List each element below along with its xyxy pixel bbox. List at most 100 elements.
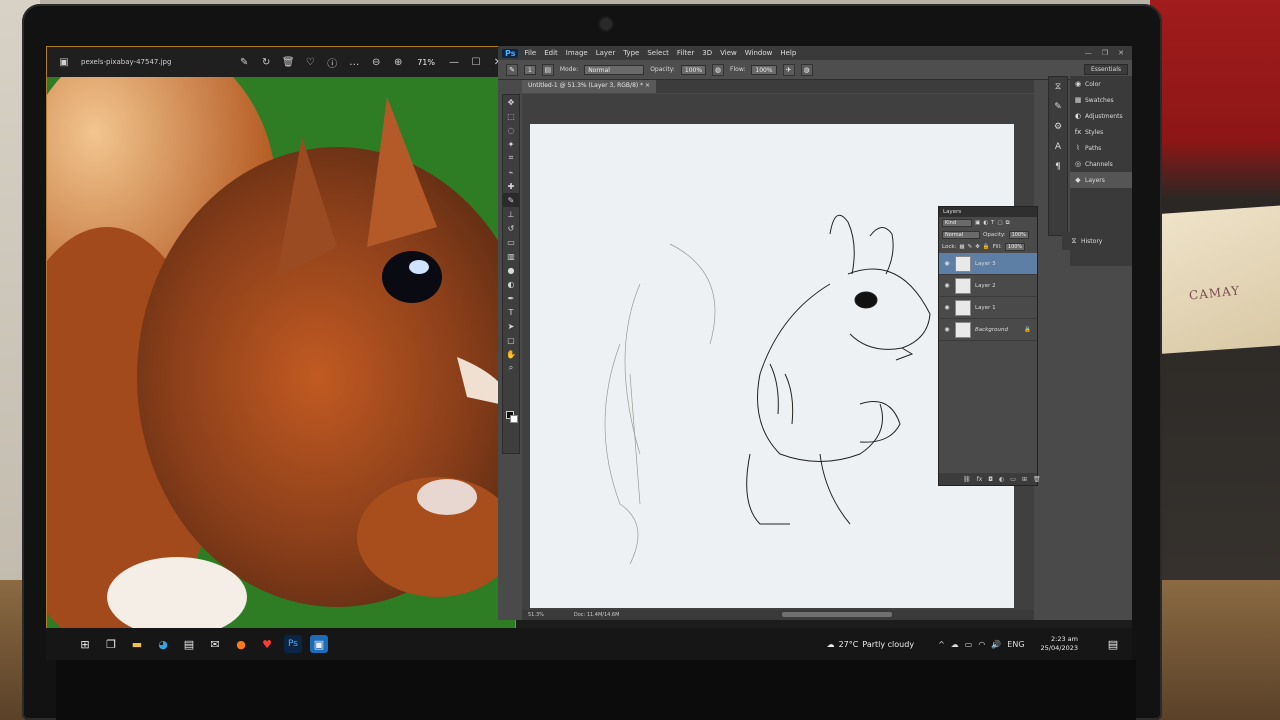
mail-icon[interactable]: ✉ — [206, 635, 224, 653]
menu-help[interactable]: Help — [780, 49, 796, 57]
menu-filter[interactable]: Filter — [677, 49, 694, 57]
clock[interactable]: 2:23 am 25/04/2023 — [1041, 635, 1078, 653]
layer-row[interactable]: ◉ Background 🔒 — [939, 319, 1037, 341]
visibility-eye-icon[interactable]: ◉ — [943, 304, 951, 311]
heart-icon[interactable]: ♡ — [303, 55, 317, 69]
horizontal-scrollbar[interactable] — [782, 612, 892, 617]
info-icon[interactable]: ⓘ — [325, 55, 339, 70]
language-indicator[interactable]: ENG — [1007, 640, 1024, 649]
photos-taskbar-icon[interactable]: ▣ — [310, 635, 328, 653]
flow-field[interactable]: 100% — [751, 64, 777, 75]
zoom-in-icon[interactable]: ⊕ — [391, 55, 405, 69]
dock-history[interactable]: ⧖ History — [1062, 232, 1132, 250]
properties-panel-icon[interactable]: ⚙ — [1049, 117, 1067, 137]
menu-window[interactable]: Window — [745, 49, 773, 57]
lock-transparent-icon[interactable]: ▦ — [959, 244, 964, 250]
new-layer-icon[interactable]: ⊞ — [1022, 476, 1027, 483]
path-select-tool-icon[interactable]: ➤ — [503, 319, 519, 333]
paragraph-panel-icon[interactable]: ¶ — [1049, 157, 1067, 177]
filter-pixel-icon[interactable]: ▣ — [975, 220, 980, 226]
start-icon[interactable]: ⊞ — [76, 635, 94, 653]
delete-layer-icon[interactable]: 🗑 — [1033, 476, 1041, 483]
wifi-icon[interactable]: ◠ — [978, 640, 985, 649]
filter-shape-icon[interactable]: ▢ — [997, 220, 1002, 226]
character-panel-icon[interactable]: A — [1049, 137, 1067, 157]
eyedropper-tool-icon[interactable]: ⌁ — [503, 165, 519, 179]
battery-icon[interactable]: ▭ — [965, 640, 973, 649]
background-color-swatch[interactable] — [510, 415, 518, 423]
minimize-icon[interactable]: — — [1085, 49, 1092, 57]
shape-tool-icon[interactable]: ▢ — [503, 333, 519, 347]
close-icon[interactable]: ✕ — [1118, 49, 1124, 57]
notifications-icon[interactable]: ▤ — [1104, 635, 1122, 653]
dock-channels[interactable]: ◎ Channels — [1070, 156, 1132, 172]
dock-paths[interactable]: ⌇ Paths — [1070, 140, 1132, 156]
zoom-level[interactable]: 71% — [417, 58, 435, 67]
zoom-out-icon[interactable]: ⊖ — [369, 55, 383, 69]
quick-select-tool-icon[interactable]: ✦ — [503, 137, 519, 151]
layer-row[interactable]: ◉ Layer 1 — [939, 297, 1037, 319]
menu-layer[interactable]: Layer — [596, 49, 616, 57]
brave-icon[interactable]: ♥ — [258, 635, 276, 653]
file-explorer-icon[interactable]: ▬ — [128, 635, 146, 653]
link-layers-icon[interactable]: ⛓ — [963, 476, 971, 483]
more-icon[interactable]: … — [347, 55, 361, 69]
layers-panel-title[interactable]: Layers — [939, 207, 1037, 217]
layer-filter-select[interactable]: Kind — [942, 219, 972, 227]
history-brush-tool-icon[interactable]: ↺ — [503, 221, 519, 235]
brush-panel-icon[interactable]: ▤ — [541, 63, 554, 76]
lock-move-icon[interactable]: ✥ — [975, 244, 980, 250]
marquee-tool-icon[interactable]: ⬚ — [503, 109, 519, 123]
menu-view[interactable]: View — [720, 49, 737, 57]
maximize-icon[interactable]: ☐ — [469, 55, 483, 69]
brush-panel-icon[interactable]: ✎ — [1049, 97, 1067, 117]
lock-all-icon[interactable]: 🔒 — [983, 244, 990, 250]
filter-adjust-icon[interactable]: ◐ — [983, 220, 988, 226]
photoshop-taskbar-icon[interactable]: Ps — [284, 635, 302, 653]
rotate-icon[interactable]: ↻ — [259, 55, 273, 69]
store-icon[interactable]: ▤ — [180, 635, 198, 653]
blend-mode-select[interactable]: Normal — [942, 231, 980, 239]
visibility-eye-icon[interactable]: ◉ — [943, 260, 951, 267]
delete-icon[interactable]: 🗑 — [281, 55, 295, 69]
layer-style-icon[interactable]: fx — [977, 476, 983, 483]
zoom-tool-icon[interactable]: ⌕ — [503, 361, 519, 375]
eraser-tool-icon[interactable]: ▭ — [503, 235, 519, 249]
pen-tool-icon[interactable]: ✒ — [503, 291, 519, 305]
adjustment-layer-icon[interactable]: ◐ — [999, 476, 1004, 483]
menu-3d[interactable]: 3D — [702, 49, 712, 57]
gradient-tool-icon[interactable]: ▥ — [503, 249, 519, 263]
menu-select[interactable]: Select — [647, 49, 669, 57]
visibility-eye-icon[interactable]: ◉ — [943, 326, 951, 333]
lasso-tool-icon[interactable]: ◌ — [503, 123, 519, 137]
onedrive-icon[interactable]: ☁ — [951, 640, 959, 649]
restore-icon[interactable]: ❐ — [1102, 49, 1108, 57]
document-tab[interactable]: Untitled-1 @ 51.3% (Layer 3, RGB/8) * × — [522, 80, 657, 93]
menu-file[interactable]: File — [524, 49, 536, 57]
crop-tool-icon[interactable]: ⌗ — [503, 151, 519, 165]
minimize-icon[interactable]: — — [447, 55, 461, 69]
layer-mask-icon[interactable]: ◘ — [988, 476, 993, 483]
visibility-eye-icon[interactable]: ◉ — [943, 282, 951, 289]
new-group-icon[interactable]: ▭ — [1010, 476, 1016, 483]
brush-tool-preset-icon[interactable]: ✎ — [506, 63, 518, 76]
weather-widget[interactable]: ☁ 27°C Partly cloudy — [827, 640, 914, 649]
pressure-opacity-icon[interactable]: ◍ — [712, 63, 725, 76]
mode-select[interactable]: Normal — [584, 64, 645, 75]
edit-icon[interactable]: ✎ — [237, 55, 251, 69]
pressure-size-icon[interactable]: ◍ — [800, 63, 813, 76]
workspace-switcher[interactable]: Essentials — [1083, 64, 1128, 75]
status-zoom[interactable]: 51.3% — [528, 612, 544, 618]
brush-tool-icon[interactable]: ✎ — [503, 193, 519, 207]
move-tool-icon[interactable]: ✥ — [503, 95, 519, 109]
stamp-tool-icon[interactable]: ⊥ — [503, 207, 519, 221]
dock-layers[interactable]: ◆ Layers — [1070, 172, 1132, 188]
filter-smart-icon[interactable]: ⧉ — [1006, 220, 1010, 227]
blur-tool-icon[interactable]: ● — [503, 263, 519, 277]
firefox-icon[interactable]: ● — [232, 635, 250, 653]
layer-opacity-field[interactable]: 100% — [1008, 231, 1029, 239]
menu-edit[interactable]: Edit — [544, 49, 558, 57]
edge-icon[interactable]: ◕ — [154, 635, 172, 653]
show-hidden-icons-icon[interactable]: ^ — [938, 640, 945, 649]
airbrush-icon[interactable]: ✈ — [782, 63, 795, 76]
